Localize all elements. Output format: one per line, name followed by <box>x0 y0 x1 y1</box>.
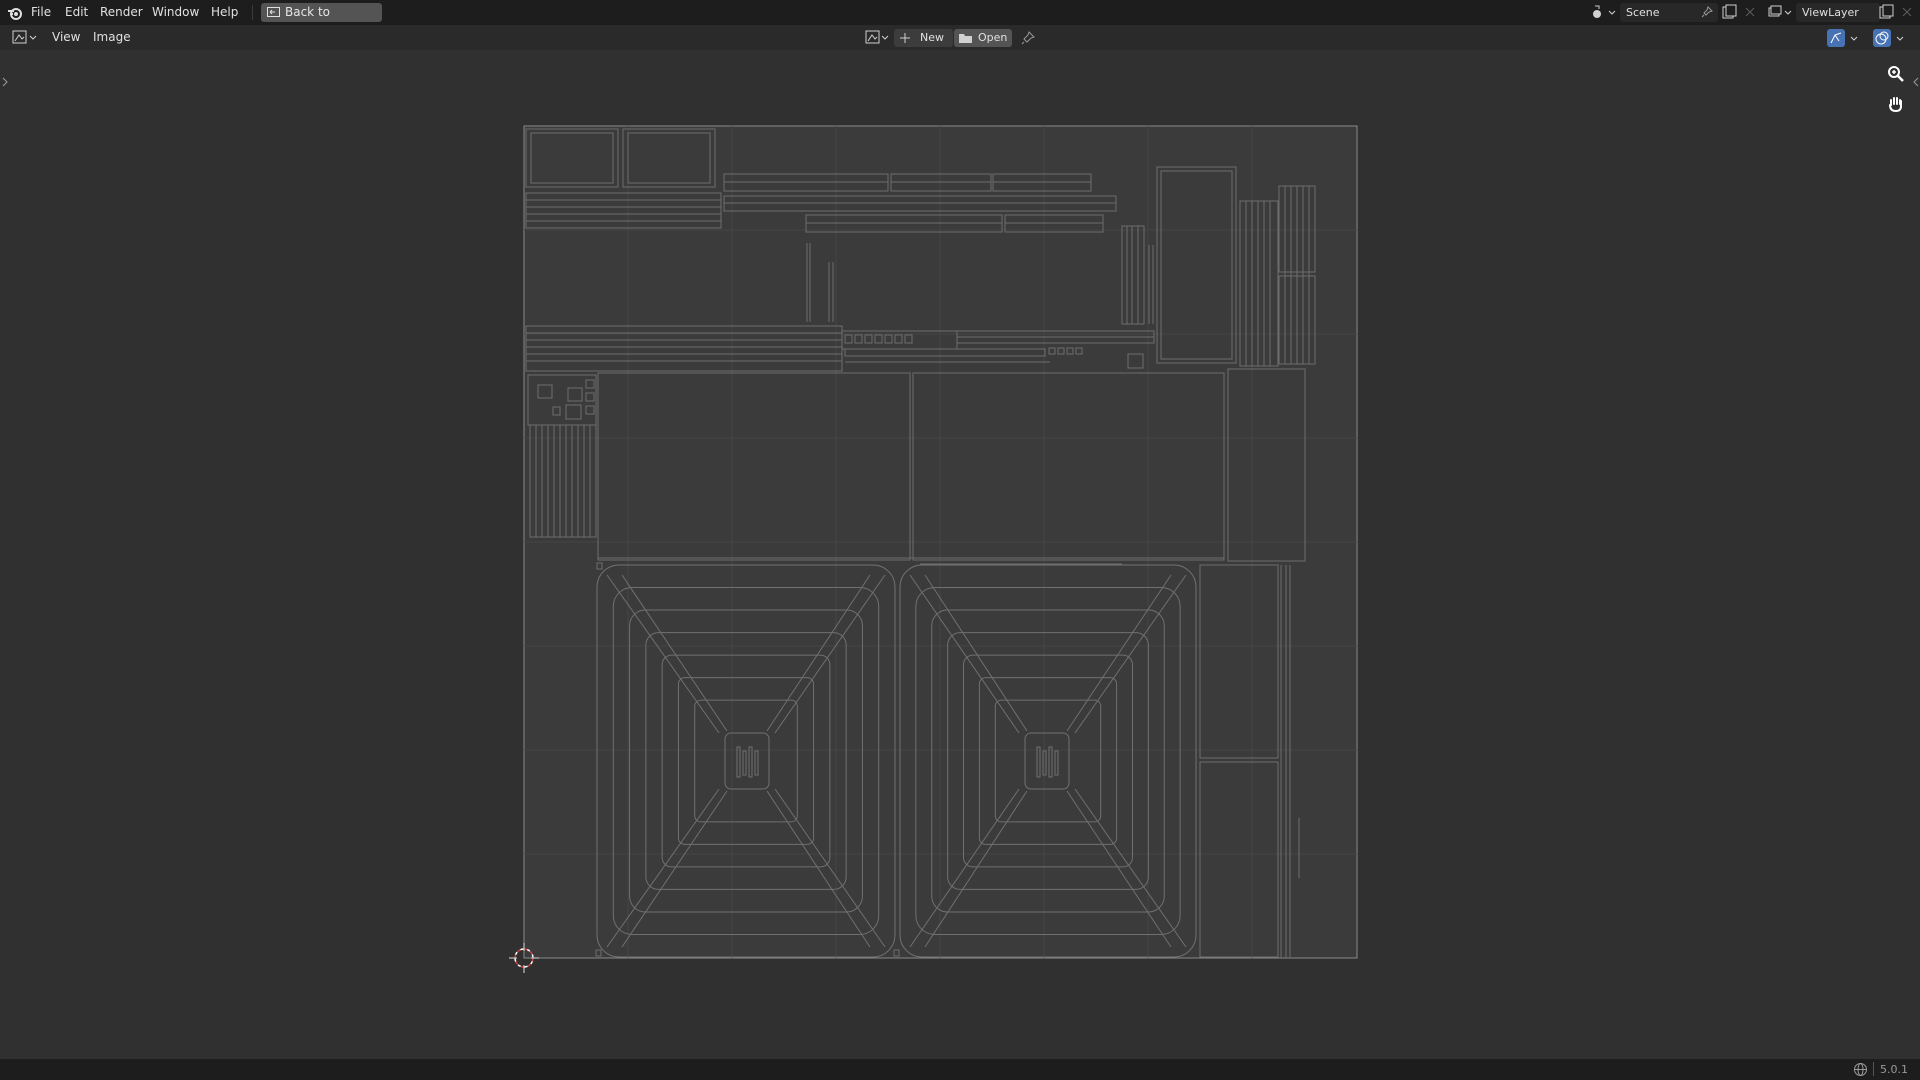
status-divider <box>1873 1062 1874 1076</box>
menu-help[interactable]: Help <box>211 0 238 25</box>
chevron-down-icon[interactable] <box>1849 33 1859 43</box>
back-icon <box>266 5 281 20</box>
overlay-icon[interactable] <box>1873 29 1891 47</box>
scene-name-field[interactable]: Scene <box>1620 3 1718 22</box>
menu-view[interactable]: View <box>52 25 80 50</box>
open-image-button[interactable]: Open <box>954 29 1012 47</box>
viewlayer-field[interactable]: ViewLayer <box>1796 3 1880 22</box>
editor-type-icon[interactable] <box>10 29 40 46</box>
top-bar: File Edit Render Window Help Back to Pre… <box>0 0 1920 38</box>
menu-image[interactable]: Image <box>93 25 131 50</box>
image-browse-icon[interactable] <box>864 29 892 46</box>
folder-icon <box>958 31 973 45</box>
status-bar: 5.0.1 <box>0 1059 1920 1080</box>
back-to-previous-button[interactable]: Back to Previous <box>261 3 382 38</box>
new-scene-icon[interactable] <box>1720 4 1738 21</box>
menu-window[interactable]: Window <box>152 0 199 25</box>
plus-icon <box>899 32 911 44</box>
open-label: Open <box>978 31 1008 44</box>
image-editor-header: View Image New Open <box>0 25 1920 50</box>
blender-logo-icon[interactable] <box>7 5 23 21</box>
scene-name: Scene <box>1626 6 1660 19</box>
pin-icon[interactable] <box>1700 5 1714 19</box>
uv-layout <box>509 125 1358 973</box>
new-viewlayer-icon[interactable] <box>1877 4 1895 21</box>
version-label: 5.0.1 <box>1880 1063 1908 1076</box>
viewlayer-name: ViewLayer <box>1802 6 1859 19</box>
chevron-down-icon[interactable] <box>1895 33 1905 43</box>
new-label: New <box>920 31 944 44</box>
close-viewlayer-icon[interactable] <box>1900 5 1914 19</box>
pin-icon[interactable] <box>1020 30 1036 46</box>
scene-icon[interactable] <box>1590 4 1618 21</box>
network-icon <box>1853 1062 1868 1077</box>
viewlayer-icon[interactable] <box>1766 4 1794 21</box>
uv-editor-canvas[interactable] <box>0 50 1920 1059</box>
menu-file[interactable]: File <box>31 0 51 25</box>
new-image-button[interactable]: New <box>894 29 953 47</box>
menu-edit[interactable]: Edit <box>65 0 88 25</box>
menu-render[interactable]: Render <box>100 0 143 25</box>
close-scene-icon[interactable] <box>1743 5 1757 19</box>
uv-sync-icon[interactable] <box>1827 29 1845 47</box>
